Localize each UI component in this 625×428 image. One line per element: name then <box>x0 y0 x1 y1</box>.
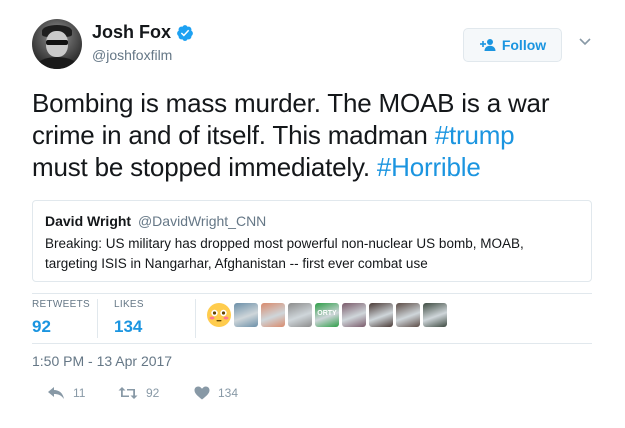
retweet-icon <box>118 387 138 399</box>
follow-button[interactable]: Follow <box>463 28 562 62</box>
liker-avatar-8[interactable] <box>396 303 420 327</box>
like-count: 134 <box>218 386 239 400</box>
chevron-down-icon[interactable] <box>578 37 592 47</box>
likes-count: 134 <box>114 317 143 336</box>
liker-avatar-6[interactable] <box>342 303 366 327</box>
stats-bottom-divider <box>32 343 592 344</box>
likes-label: LIKES <box>114 299 144 310</box>
author-display-name[interactable]: Josh Fox <box>92 22 171 43</box>
avatar-glasses <box>46 40 68 45</box>
retweets-label: RETWEETS <box>32 299 90 310</box>
reply-icon <box>48 387 64 399</box>
tweet-line-2: crime in and of itself. This madman #tru… <box>32 120 515 150</box>
quoted-tweet-card[interactable]: David Wright @DavidWright_CNN Breaking: … <box>32 200 592 282</box>
liker-avatar-9[interactable] <box>423 303 447 327</box>
flushed-face-icon <box>207 303 231 327</box>
author-handle[interactable]: @joshfoxfilm <box>92 47 172 63</box>
author-avatar[interactable] <box>32 19 82 69</box>
retweets-stat[interactable]: RETWEETS 92 <box>32 299 90 337</box>
flushed-emoji-avatar[interactable] <box>207 303 231 327</box>
quoted-author-name: David Wright <box>45 213 132 229</box>
like-action[interactable]: 134 <box>194 386 238 400</box>
quoted-author-handle: @DavidWright_CNN <box>137 213 267 229</box>
stats-top-divider <box>32 293 592 294</box>
reply-count: 11 <box>73 386 86 400</box>
verified-badge-icon <box>177 24 193 41</box>
tweet-line-1: Bombing is mass murder. The MOAB is a wa… <box>32 88 550 118</box>
heart-icon <box>194 386 210 400</box>
liker-avatar-4[interactable] <box>288 303 312 327</box>
hashtag-horrible[interactable]: #Horrible <box>377 152 481 182</box>
liker-badge-text: ORTY <box>317 310 337 317</box>
liker-avatar-2[interactable] <box>234 303 258 327</box>
retweets-count: 92 <box>32 317 51 336</box>
stats-separator-2 <box>195 299 196 338</box>
tweet-line-3: must be stopped immediately. #Horrible <box>32 152 481 182</box>
liker-avatars: ORTY <box>207 303 450 327</box>
retweet-count: 92 <box>146 386 160 400</box>
add-user-icon <box>479 39 496 51</box>
stats-separator <box>97 299 98 338</box>
tweet-timestamp[interactable]: 1:50 PM - 13 Apr 2017 <box>32 353 172 369</box>
liker-avatar-7[interactable] <box>369 303 393 327</box>
retweet-action[interactable]: 92 <box>118 386 159 400</box>
hashtag-trump[interactable]: #trump <box>435 120 515 150</box>
reply-action[interactable]: 11 <box>47 386 85 400</box>
follow-button-label: Follow <box>501 37 547 53</box>
quoted-tweet-header: David Wright @DavidWright_CNN <box>45 212 579 230</box>
tweet-text: Bombing is mass murder. The MOAB is a wa… <box>32 87 602 183</box>
quoted-tweet-text: Breaking: US military has dropped most p… <box>45 236 524 271</box>
liker-avatar-3[interactable] <box>261 303 285 327</box>
likes-stat[interactable]: LIKES 134 <box>114 299 144 337</box>
liker-avatar-5[interactable]: ORTY <box>315 303 339 327</box>
author-name-row: Josh Fox <box>92 22 194 43</box>
avatar-shoulders <box>36 57 78 69</box>
